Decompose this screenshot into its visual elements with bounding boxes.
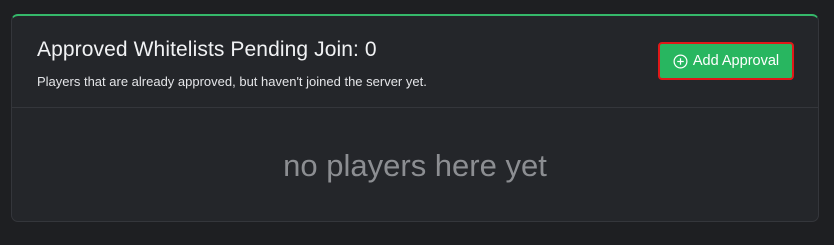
add-approval-label: Add Approval [692,53,780,69]
empty-state-message: no players here yet [283,148,547,183]
card-title: Approved Whitelists Pending Join: 0 [37,38,377,61]
card-subtitle: Players that are already approved, but h… [37,74,427,89]
add-approval-button[interactable]: Add Approval [658,42,794,80]
card-body: no players here yet [12,108,818,221]
pending-whitelist-card: Approved Whitelists Pending Join: 0 Play… [11,14,819,222]
plus-circle-icon [673,54,688,69]
card-header: Approved Whitelists Pending Join: 0 Play… [12,16,818,108]
